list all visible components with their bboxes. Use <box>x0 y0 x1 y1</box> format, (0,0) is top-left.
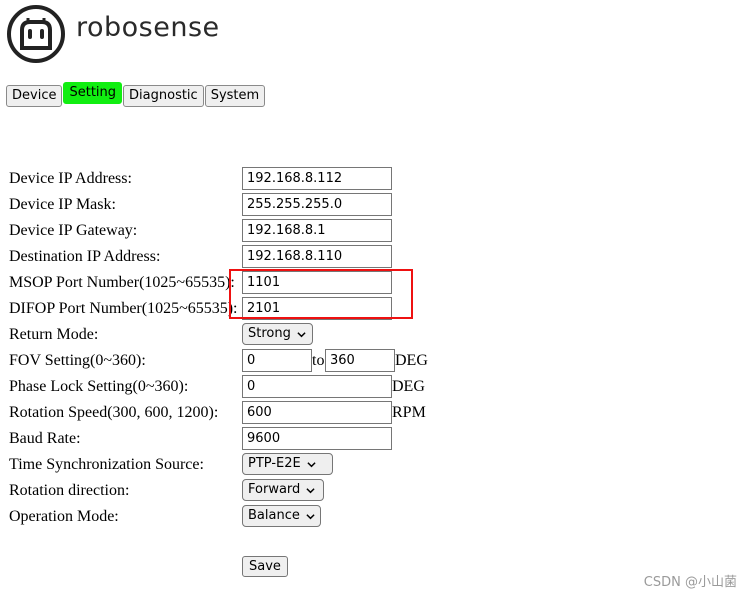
phase-lock-label: Phase Lock Setting(0~360): <box>9 378 189 395</box>
operation-mode-select[interactable]: Balance <box>242 505 321 527</box>
return-mode-value: Strong <box>248 326 291 341</box>
rotation-speed-unit: RPM <box>392 404 426 421</box>
tab-bar: Device Setting Diagnostic System <box>6 82 266 107</box>
rotation-direction-value: Forward <box>248 482 301 497</box>
operation-mode-value: Balance <box>248 508 300 523</box>
return-mode-select[interactable]: Strong <box>242 323 313 345</box>
fov-unit: DEG <box>395 352 428 369</box>
device-ip-input[interactable]: 192.168.8.112 <box>242 167 392 190</box>
difop-port-label: DIFOP Port Number(1025~65535): <box>9 300 238 317</box>
chevron-down-icon <box>306 487 315 493</box>
msop-port-label: MSOP Port Number(1025~65535): <box>9 274 235 291</box>
chevron-down-icon <box>297 331 306 337</box>
time-sync-select[interactable]: PTP-E2E <box>242 453 333 475</box>
fov-to-label: to <box>312 352 325 369</box>
tab-system[interactable]: System <box>204 85 266 107</box>
robosense-logo-icon <box>7 5 65 63</box>
watermark: CSDN @小山菌 <box>643 575 737 590</box>
dest-ip-input[interactable]: 192.168.8.110 <box>242 245 392 268</box>
chevron-down-icon <box>307 461 316 467</box>
rotation-direction-select[interactable]: Forward <box>242 479 324 501</box>
device-mask-label: Device IP Mask: <box>9 196 116 213</box>
device-mask-input[interactable]: 255.255.255.0 <box>242 193 392 216</box>
fov-start-input[interactable]: 0 <box>242 349 312 372</box>
rotation-direction-label: Rotation direction: <box>9 482 130 499</box>
brand-name: robosense <box>76 12 220 43</box>
chevron-down-icon <box>306 513 315 519</box>
device-gateway-input[interactable]: 192.168.8.1 <box>242 219 392 242</box>
tab-diagnostic[interactable]: Diagnostic <box>123 85 204 107</box>
dest-ip-label: Destination IP Address: <box>9 248 161 265</box>
baud-rate-label: Baud Rate: <box>9 430 81 447</box>
fov-label: FOV Setting(0~360): <box>9 352 146 369</box>
highlight-box <box>229 269 413 319</box>
baud-rate-input[interactable]: 9600 <box>242 427 392 450</box>
time-sync-label: Time Synchronization Source: <box>9 456 204 473</box>
save-button[interactable]: Save <box>242 556 288 577</box>
rotation-speed-input[interactable]: 600 <box>242 401 392 424</box>
phase-lock-unit: DEG <box>392 378 425 395</box>
tab-setting[interactable]: Setting <box>63 82 123 104</box>
device-gateway-label: Device IP Gateway: <box>9 222 138 239</box>
fov-end-input[interactable]: 360 <box>325 349 395 372</box>
rotation-speed-label: Rotation Speed(300, 600, 1200): <box>9 404 219 421</box>
phase-lock-input[interactable]: 0 <box>242 375 392 398</box>
return-mode-label: Return Mode: <box>9 326 99 343</box>
device-ip-label: Device IP Address: <box>9 170 132 187</box>
operation-mode-label: Operation Mode: <box>9 508 119 525</box>
tab-device[interactable]: Device <box>6 85 63 107</box>
time-sync-value: PTP-E2E <box>248 456 301 471</box>
